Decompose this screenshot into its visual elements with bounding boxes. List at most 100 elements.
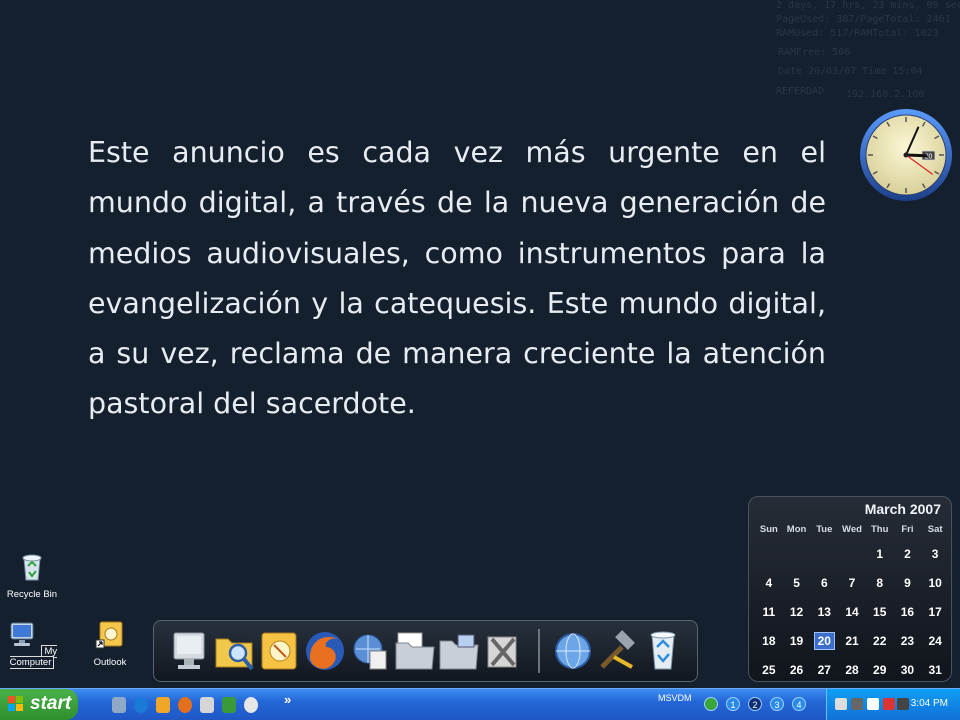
vdm-grid-icon[interactable]	[704, 697, 718, 711]
virtual-desktop-1[interactable]: 1	[726, 697, 740, 711]
calendar-day[interactable]: 23	[894, 628, 922, 657]
calendar-day[interactable]: 7	[838, 570, 866, 599]
calendar-day[interactable]: 17	[921, 599, 949, 628]
desktop-icon-my-computer[interactable]: My Computer	[0, 620, 64, 669]
calendar-weekday: Fri	[901, 524, 914, 535]
calendar-day-number: 12	[789, 605, 804, 619]
system-info-widget: 2 days, 17 hrs, 23 mins, 09 secs PageUse…	[772, 0, 960, 108]
calendar-day[interactable]: 16	[894, 599, 922, 628]
dock-separator	[538, 629, 540, 673]
calendar-day[interactable]: 3	[921, 541, 949, 570]
quicklaunch-expand-chevron[interactable]: »	[284, 692, 291, 707]
calendar-day[interactable]: 24	[921, 628, 949, 657]
quicklaunch-outlook-icon[interactable]	[156, 697, 170, 713]
page-usage-text: PageUsed: 387/PageTotal: 2461	[776, 14, 951, 25]
calendar-day[interactable]: 25	[755, 657, 783, 686]
clock-gadget[interactable]: 20	[858, 107, 954, 203]
calendar-day-number: 20	[813, 632, 835, 650]
calendar-day-number: 23	[900, 634, 915, 648]
desktop-icon-recycle-bin[interactable]: Recycle Bin	[0, 552, 64, 600]
calendar-day-number: 30	[900, 663, 915, 677]
clock-hour-hand	[904, 153, 928, 158]
tray-za-icon[interactable]	[883, 698, 895, 710]
system-tray: 3:04 PM	[826, 689, 960, 720]
calendar-weekday: Sun	[759, 524, 778, 535]
hammer-icon[interactable]	[594, 627, 640, 675]
calendar-day[interactable]: 13	[810, 599, 838, 628]
monitor-icon[interactable]	[168, 627, 214, 675]
application-dock	[153, 620, 698, 682]
calendar-blank-cell	[810, 541, 838, 570]
virtual-desktop-2[interactable]: 2	[748, 697, 762, 711]
tools-icon[interactable]	[480, 627, 526, 675]
start-label: start	[30, 693, 72, 714]
calendar-blank-cell	[838, 541, 866, 570]
globe-doc-icon[interactable]	[348, 627, 394, 675]
calendar-day[interactable]: 14	[838, 599, 866, 628]
calendar-day[interactable]: 10	[921, 570, 949, 599]
calendar-day[interactable]: 6	[810, 570, 838, 599]
virtual-desktop-4[interactable]: 4	[792, 697, 806, 711]
calendar-day[interactable]: 2	[894, 541, 922, 570]
calendar-day[interactable]: 31	[921, 657, 949, 686]
recycle-bin-icon	[22, 554, 42, 581]
outlook-icon[interactable]	[258, 627, 304, 675]
calendar-day-number: 4	[765, 576, 773, 590]
calendar-day[interactable]: 30	[894, 657, 922, 686]
calendar-day[interactable]: 27	[810, 657, 838, 686]
calendar-day-today[interactable]: 20	[810, 628, 838, 657]
quicklaunch-app-icon[interactable]	[222, 697, 236, 713]
tray-camera-icon[interactable]	[851, 698, 863, 710]
firefox-icon[interactable]	[302, 627, 348, 675]
calendar-blank-cell	[755, 541, 783, 570]
calendar-day[interactable]: 21	[838, 628, 866, 657]
calendar-month-title: March 2007	[864, 501, 941, 517]
taskbar-clock[interactable]: 3:04 PM	[911, 698, 948, 709]
calendar-day[interactable]: 19	[783, 628, 811, 657]
network-globe-icon[interactable]	[550, 627, 596, 675]
calendar-day[interactable]: 4	[755, 570, 783, 599]
calendar-weekday: Thu	[870, 524, 889, 535]
tray-security-icon[interactable]	[867, 698, 879, 710]
calendar-blank-cell	[783, 541, 811, 570]
uptime-text: 2 days, 17 hrs, 23 mins, 09 secs	[776, 0, 960, 11]
calendar-day-number: 28	[845, 663, 859, 677]
quicklaunch-ie-icon[interactable]	[134, 697, 148, 713]
calendar-day[interactable]: 26	[783, 657, 811, 686]
folder-search-icon[interactable]	[212, 627, 258, 675]
calendar-day[interactable]: 8	[866, 570, 894, 599]
calendar-day[interactable]: 28	[838, 657, 866, 686]
vdm-label: MSVDM	[658, 693, 692, 703]
calendar-day[interactable]: 22	[866, 628, 894, 657]
calendar-day-number: 31	[928, 663, 942, 677]
virtual-desktop-3[interactable]: 3	[770, 697, 784, 711]
calendar-day[interactable]: 12	[783, 599, 811, 628]
start-button[interactable]: start	[0, 689, 78, 720]
folder-icon[interactable]	[436, 627, 482, 675]
quicklaunch-media-icon[interactable]	[244, 697, 258, 713]
ram-free-text: RAMFree: 506	[778, 47, 851, 58]
calendar-day[interactable]: 5	[783, 570, 811, 599]
quicklaunch-desktop-icon[interactable]	[112, 697, 126, 713]
tray-network-icon[interactable]	[835, 698, 847, 710]
quicklaunch-word-icon[interactable]	[200, 697, 214, 713]
tray-app-icon[interactable]	[897, 698, 909, 710]
calendar-day-number: 15	[873, 605, 887, 619]
outlook-label: Outlook	[93, 657, 127, 668]
folder-icon[interactable]	[392, 627, 438, 675]
desktop-icon-outlook[interactable]: Outlook	[78, 620, 142, 668]
calendar-weekday: Mon	[786, 524, 807, 535]
calendar-day[interactable]: 9	[894, 570, 922, 599]
calendar-day-number: 14	[845, 605, 859, 619]
calendar-day[interactable]: 15	[866, 599, 894, 628]
calendar-day[interactable]: 11	[755, 599, 783, 628]
calendar-day-number: 1	[876, 547, 884, 561]
recycle-bin-icon[interactable]	[640, 627, 686, 675]
calendar-day-number: 29	[873, 663, 887, 677]
calendar-day[interactable]: 1	[866, 541, 894, 570]
calendar-gadget[interactable]: March 2007 Sun Mon Tue Wed Thu Fri Sat 1 2 3 4 5 6 7 8…	[748, 496, 952, 682]
calendar-day-number: 25	[762, 663, 776, 677]
calendar-day[interactable]: 18	[755, 628, 783, 657]
calendar-day[interactable]: 29	[866, 657, 894, 686]
quicklaunch-firefox-icon[interactable]	[178, 697, 192, 713]
